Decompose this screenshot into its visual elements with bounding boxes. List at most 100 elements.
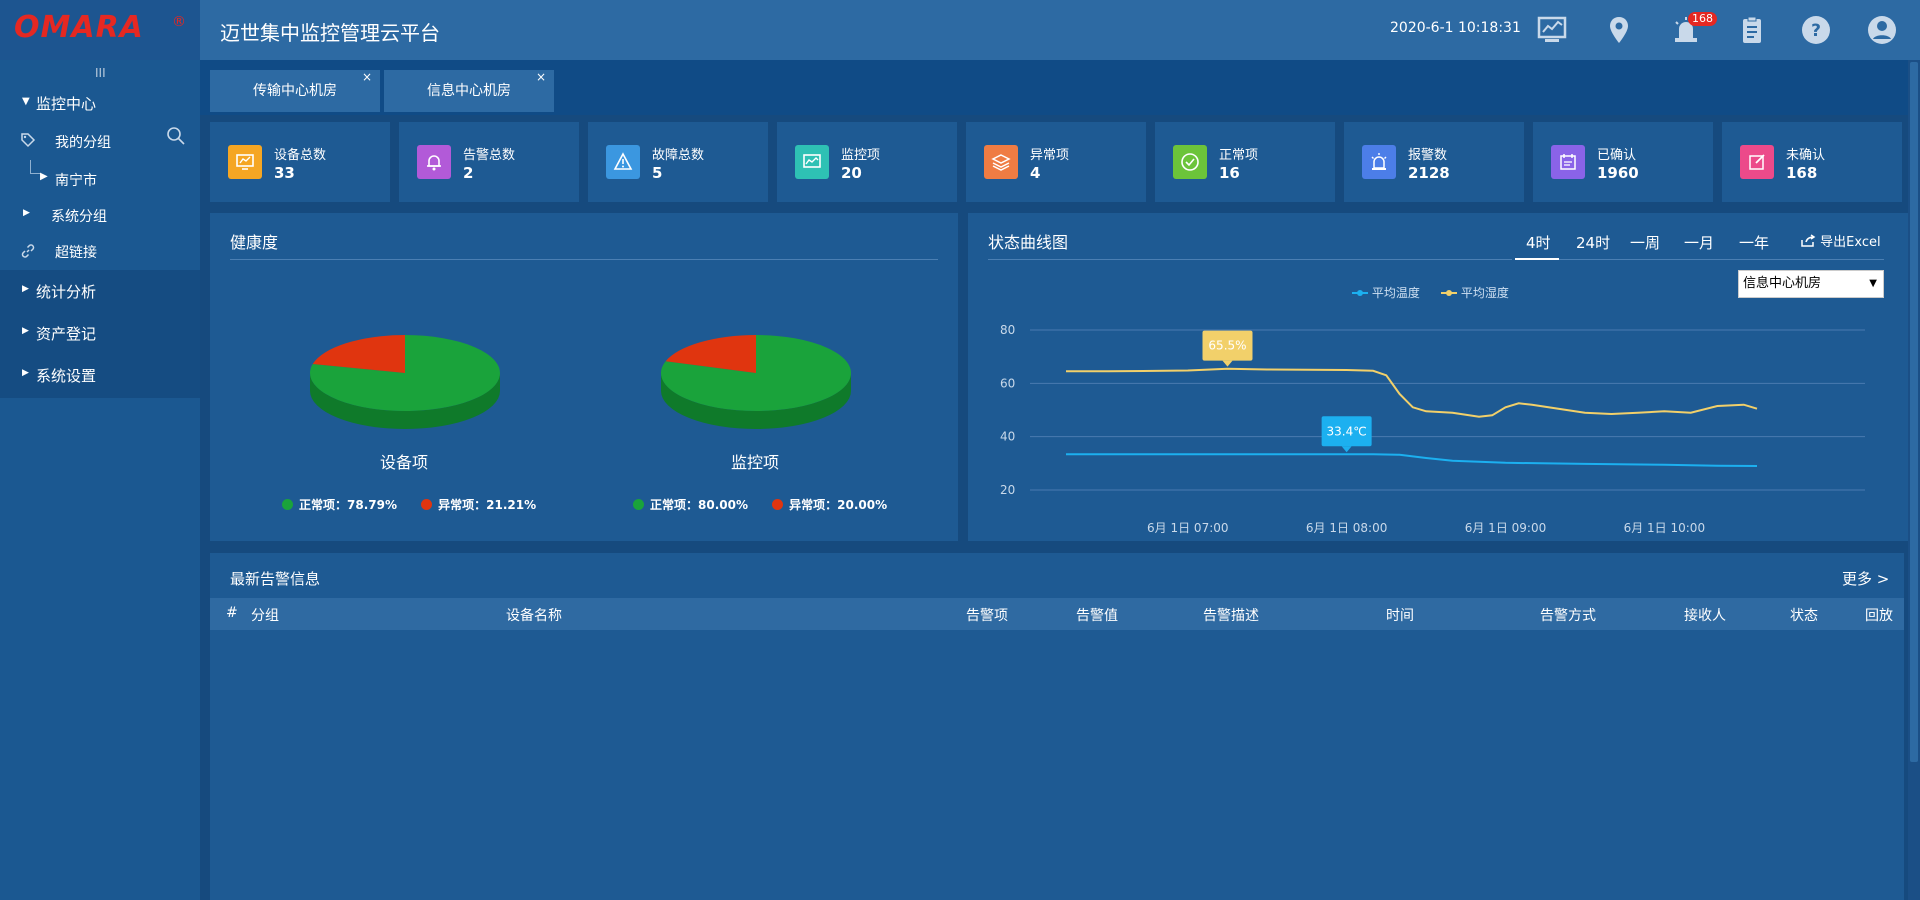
clipboard-icon[interactable] [1736,14,1768,46]
stat-value: 1960 [1597,164,1639,182]
series-line[interactable] [1066,367,1758,418]
tree-node-label: 南宁市 [55,173,97,189]
stat-card[interactable]: 设备总数 33 [210,122,390,202]
x-tick-label: 6月 1日 10:00 [1624,521,1705,535]
bell-icon [417,145,451,179]
stat-label: 异常项 [1030,148,1070,163]
series-line[interactable] [1066,453,1758,467]
caret-right-icon: ▶ [22,284,29,294]
scrollbar-thumb[interactable] [1910,62,1918,762]
svg-text:?: ? [1811,21,1821,41]
logo-text: OMARA [14,10,144,45]
sidebar-item-stats-analysis[interactable]: ▶ 统计分析 [0,272,200,308]
tab-info-room[interactable]: 信息中心机房 × [384,70,554,112]
range-tab-year[interactable]: 一年 [1739,232,1769,253]
dashboard-monitor-icon[interactable] [1536,14,1568,46]
sidebar-item-label: 系统设置 [36,367,97,385]
export-icon [1801,234,1816,247]
help-icon[interactable]: ? [1800,14,1832,46]
stat-card[interactable]: 报警数 2128 [1344,122,1524,202]
col-alarm-description[interactable]: 告警描述 [1203,605,1259,625]
export-excel-button[interactable]: 导出Excel [1800,231,1881,250]
legend-abnormal: 异常项：20.00% [789,498,888,512]
abnormal-dot [772,499,784,510]
x-tick-label: 6月 1日 08:00 [1306,521,1387,535]
tooltip-label: 65.5% [1208,339,1246,353]
tooltip-pointer [1222,360,1233,367]
stat-card[interactable]: 已确认 1960 [1533,122,1713,202]
stat-value: 168 [1786,164,1818,182]
tab-label: 信息中心机房 [427,83,511,99]
stat-card[interactable]: 正常项 16 [1155,122,1335,202]
tab-close-icon[interactable]: × [536,56,546,98]
tab-transmission-room[interactable]: 传输中心机房 × [210,70,380,112]
col-alarm-method[interactable]: 告警方式 [1540,605,1596,625]
search-icon[interactable] [166,126,186,146]
tree-connector [30,160,40,174]
sidebar-item-label: 资产登记 [36,325,97,343]
sidebar-collapse-handle[interactable]: III [95,66,106,80]
range-tab-week[interactable]: 一周 [1630,232,1660,253]
sidebar: III ▼ 监控中心 我的分组 ▶ 南宁市 ▶ 系统分组 超链接 ▶ 统计分析 … [0,60,200,900]
normal-dot [282,499,293,510]
location-pin-icon[interactable] [1603,14,1635,46]
link-icon [21,244,35,258]
stat-label: 正常项 [1219,148,1259,163]
layers-icon [984,145,1018,179]
range-tab-24h[interactable]: 24时 [1576,232,1610,253]
col-alarm-item[interactable]: 告警项 [966,605,1008,625]
tab-label: 传输中心机房 [253,83,337,99]
range-tab-month[interactable]: 一月 [1684,232,1714,253]
monitor-icon [228,145,262,179]
pie-monitor-items-label: 监控项 [731,453,780,472]
divider [1559,259,1884,260]
legend-line-marker [1352,290,1368,296]
caret-right-icon: ▶ [22,368,29,378]
col-alarm-value[interactable]: 告警值 [1076,605,1118,625]
sidebar-item-label: 系统分组 [51,209,107,225]
sidebar-item-asset-register[interactable]: ▶ 资产登记 [0,314,200,350]
stat-card[interactable]: 告警总数 2 [399,122,579,202]
sidebar-item-system-settings[interactable]: ▶ 系统设置 [0,356,200,392]
stat-value: 5 [652,164,663,182]
alarm-title: 最新告警信息 [230,570,321,588]
stat-card[interactable]: 异常项 4 [966,122,1146,202]
sidebar-item-label: 统计分析 [36,283,97,301]
app-title: 迈世集中监控管理云平台 [220,21,440,45]
sidebar-item-label: 监控中心 [36,95,97,113]
sidebar-collapsed-group: ▶ 统计分析 ▶ 资产登记 ▶ 系统设置 [0,270,200,398]
datetime: 2020-6-1 10:18:31 [1390,20,1521,36]
col-device-name[interactable]: 设备名称 [506,605,562,625]
col-playback[interactable]: 回放 [1865,605,1893,625]
stat-label: 监控项 [841,148,881,163]
stat-card[interactable]: 故障总数 5 [588,122,768,202]
col-time[interactable]: 时间 [1386,605,1414,625]
sidebar-item-monitor-center[interactable]: ▼ 监控中心 [0,84,200,120]
sidebar-item-system-group[interactable]: ▶ 系统分组 [0,200,200,230]
active-range-underline [1515,258,1559,260]
logo[interactable]: OMARA ® [0,0,200,60]
top-header: OMARA ® 迈世集中监控管理云平台 2020-6-1 10:18:31 16… [0,0,1920,60]
tab-close-icon[interactable]: × [362,56,372,98]
export-label: 导出Excel [1820,235,1881,250]
room-select[interactable]: 信息中心机房 ▼ [1738,270,1884,298]
user-avatar-icon[interactable] [1866,14,1898,46]
divider [230,259,938,260]
col-receiver[interactable]: 接收人 [1684,605,1726,625]
caret-right-icon: ▶ [22,326,29,336]
stat-value: 20 [841,164,862,182]
room-select-value: 信息中心机房 [1743,276,1822,291]
sidebar-item-hyperlink[interactable]: 超链接 [0,236,200,266]
status-line-chart: 80 60 40 20 6月 1日 07:00 6月 1日 08:00 6月 1日 09:0… [1000,323,1865,535]
stat-card[interactable]: 未确认 168 [1722,122,1902,202]
col-status[interactable]: 状态 [1790,605,1818,625]
col-index[interactable]: # [226,605,238,621]
range-tab-4h[interactable]: 4时 [1526,232,1551,253]
caret-down-icon: ▼ [22,96,30,107]
col-group[interactable]: 分组 [251,605,279,625]
more-link[interactable]: 更多 > [1842,568,1889,589]
tree-node-city[interactable]: ▶ 南宁市 [0,160,200,194]
stat-card[interactable]: 监控项 20 [777,122,957,202]
caret-right-icon: ▶ [23,208,30,218]
page-tabs-bar: 传输中心机房 × 信息中心机房 × [200,60,1920,115]
